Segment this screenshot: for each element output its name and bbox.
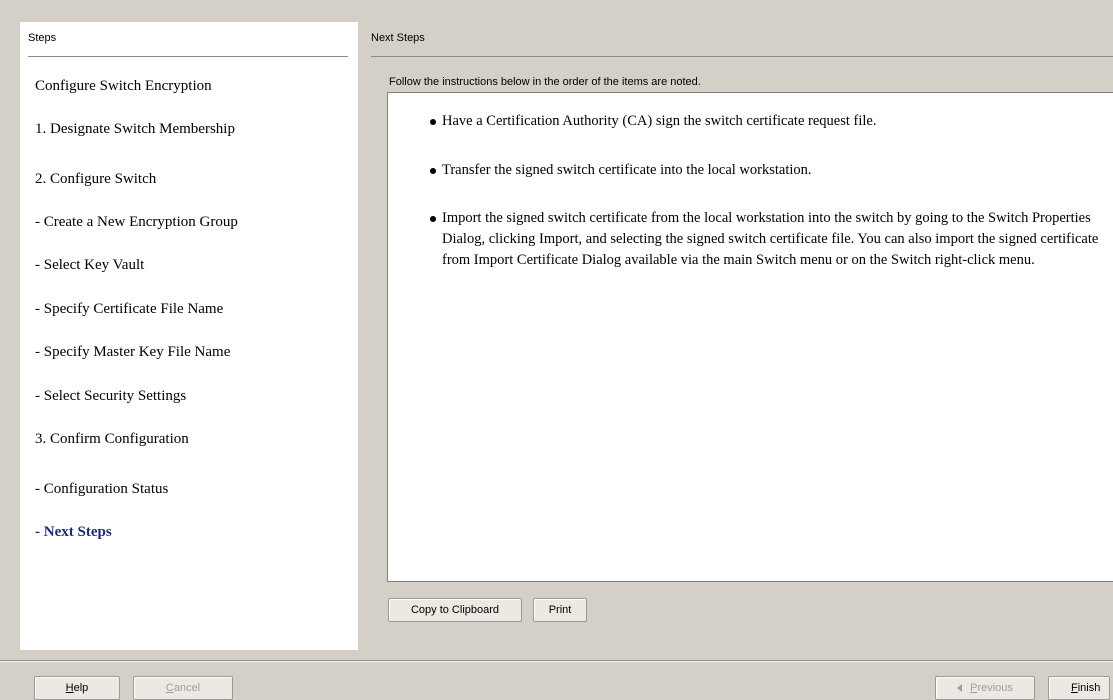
finish-mnemonic: F (1071, 682, 1078, 694)
bullet-text: Import the signed switch certificate fro… (442, 210, 1099, 268)
list-item: Transfer the signed switch certificate i… (430, 160, 1112, 181)
bullet-icon (430, 119, 436, 125)
step-select-key-vault[interactable]: - Select Key Vault (35, 257, 144, 274)
finish-button[interactable]: Finish (1048, 676, 1110, 700)
print-button[interactable]: Print (533, 598, 587, 622)
steps-header-divider (28, 56, 348, 57)
step-next-steps[interactable]: - Next Steps (35, 524, 112, 541)
previous-mnemonic: P (970, 682, 978, 694)
steps-header: Steps (28, 32, 57, 44)
cancel-mnemonic: C (165, 682, 174, 694)
step-specify-certificate-file-name[interactable]: - Specify Certificate File Name (35, 301, 223, 318)
step-specify-master-key-file-name[interactable]: - Specify Master Key File Name (35, 344, 230, 361)
bullet-icon (430, 168, 436, 174)
list-item: Import the signed switch certificate fro… (430, 208, 1112, 271)
footer-divider-highlight (0, 661, 1113, 662)
step-designate-switch-membership[interactable]: 1. Designate Switch Membership (35, 121, 235, 138)
help-mnemonic: H (65, 682, 74, 694)
previous-label: revious (977, 682, 1013, 694)
list-item: Have a Certification Authority (CA) sign… (430, 111, 1112, 132)
next-steps-header-divider (371, 56, 1113, 57)
step-confirm-configuration[interactable]: 3. Confirm Configuration (35, 431, 189, 448)
step-configure-switch-encryption[interactable]: Configure Switch Encryption (35, 78, 212, 95)
bullet-text: Transfer the signed switch certificate i… (442, 162, 812, 178)
help-label: elp (73, 682, 89, 694)
instructions-text: Follow the instructions below in the ord… (389, 76, 701, 88)
step-create-encryption-group[interactable]: - Create a New Encryption Group (35, 214, 238, 231)
step-configuration-status[interactable]: - Configuration Status (35, 481, 168, 498)
cancel-button[interactable]: Cancel (133, 676, 233, 700)
copy-to-clipboard-button[interactable]: Copy to Clipboard (388, 598, 522, 622)
bullet-icon (430, 216, 436, 222)
arrow-left-icon (957, 684, 963, 692)
steps-panel (20, 22, 358, 650)
step-configure-switch[interactable]: 2. Configure Switch (35, 171, 156, 188)
cancel-label: ancel (173, 682, 201, 694)
previous-button[interactable]: Previous (935, 676, 1035, 700)
help-button[interactable]: Help (34, 676, 120, 700)
finish-label: inish (1077, 682, 1101, 694)
step-select-security-settings[interactable]: - Select Security Settings (35, 388, 186, 405)
bullet-text: Have a Certification Authority (CA) sign… (442, 113, 877, 129)
next-steps-header: Next Steps (371, 32, 425, 44)
